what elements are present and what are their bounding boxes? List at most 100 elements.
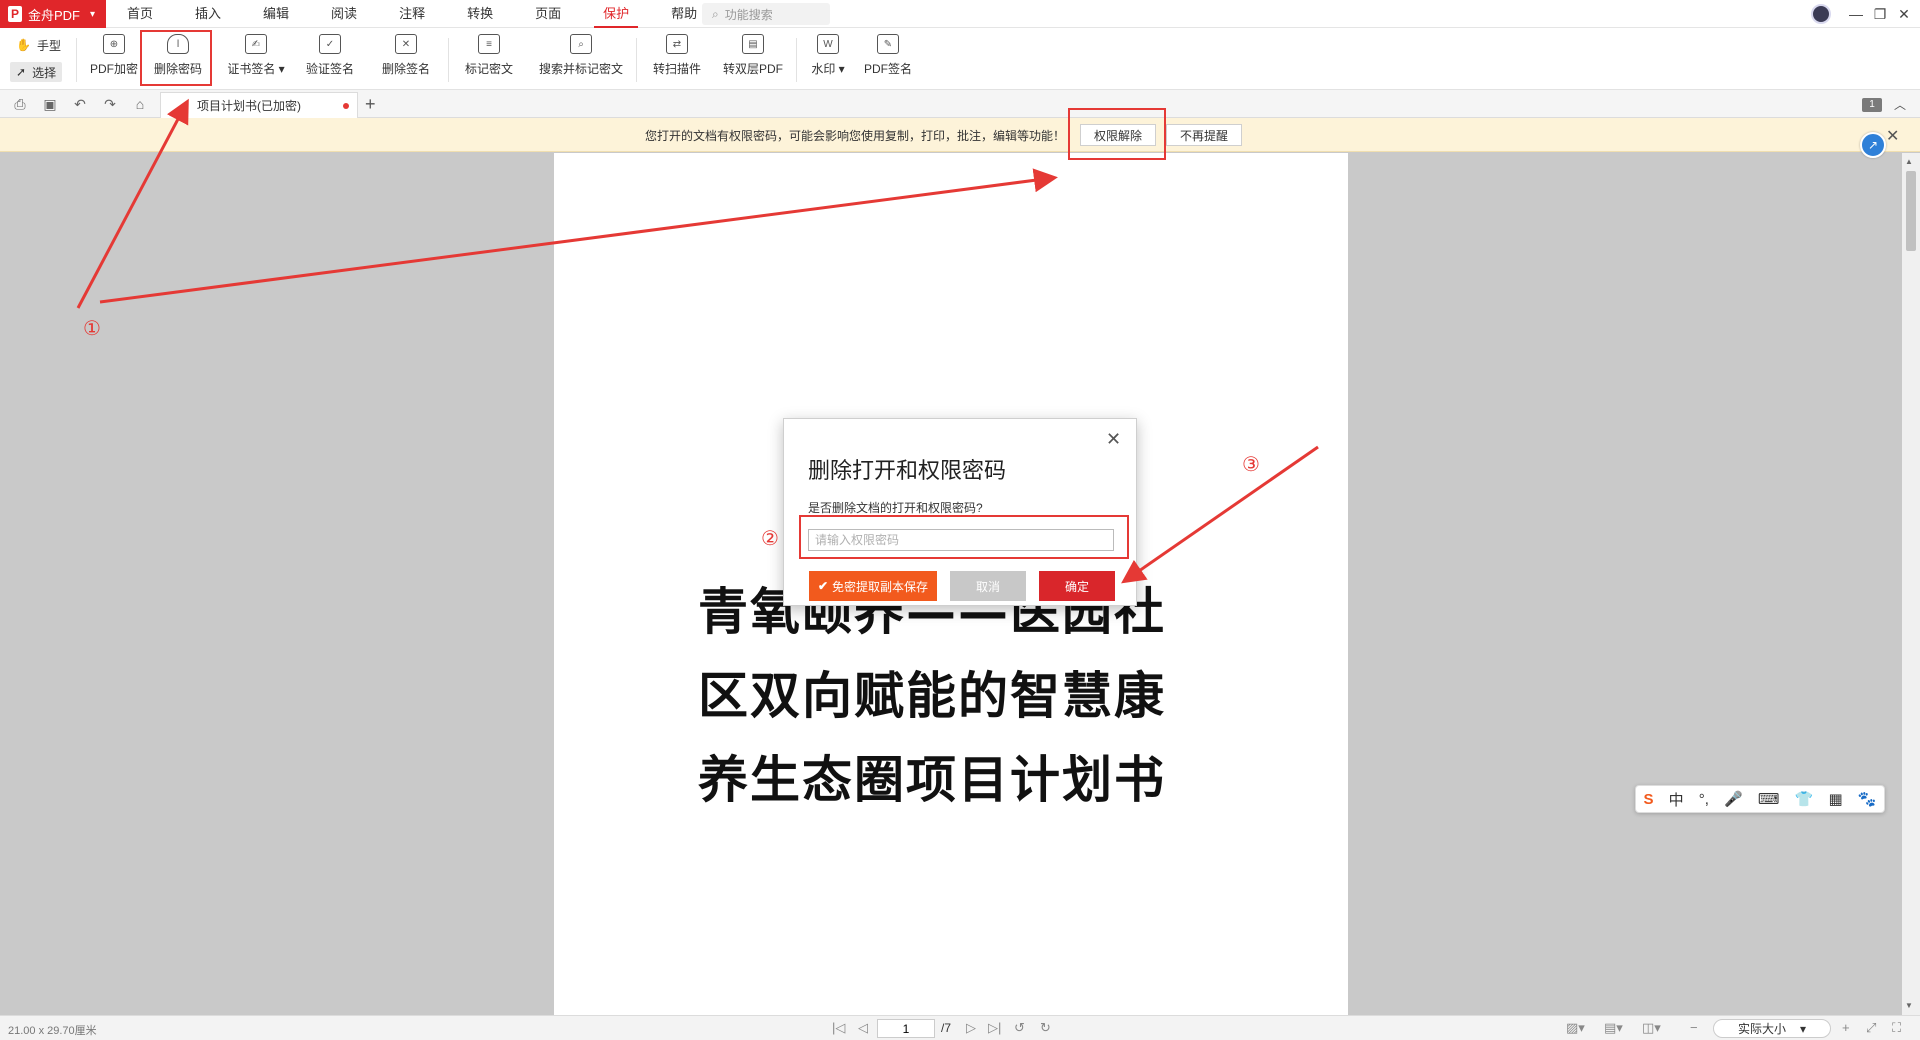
fullscreen-icon[interactable]: ⤢ [1866,1020,1876,1036]
search-redact-icon: ⌕ [570,34,592,54]
page-number-input[interactable] [877,1019,935,1038]
prev-page-icon[interactable]: ◁ [858,1020,868,1036]
menu-annotate[interactable]: 注释 [378,0,446,28]
select-tool[interactable]: ➚ 选择 [10,62,63,82]
zoom-select[interactable]: 实际大小 ▾ [1713,1019,1831,1038]
user-avatar[interactable] [1811,4,1831,24]
page-layout-icon[interactable]: ▤▾ [1604,1020,1623,1036]
first-page-icon[interactable]: |◁ [832,1020,845,1036]
protect-toolbar: ✋ 手型 ➚ 选择 ⊕ PDF加密 ǀ 删除密码 ✍ 证书签名 ▾ ✓ 验证签名… [0,28,1920,90]
cert-sign-button[interactable]: ✍ 证书签名 ▾ [226,34,286,86]
close-window-icon[interactable]: ✕ [1886,0,1920,28]
close-notice-icon[interactable]: ✕ [1886,126,1899,146]
status-bar: 21.00 x 29.70厘米 |◁ ◁ /7 ▷ ▷| ↺ ↻ ▨▾ ▤▾ ◫… [0,1015,1920,1040]
mark-redact-button[interactable]: ≡ 标记密文 [462,34,516,86]
menu-read[interactable]: 阅读 [310,0,378,28]
step-1-label: ① [83,318,101,340]
chevron-up-icon[interactable]: ︿ [1894,96,1906,113]
rotate-right-icon[interactable]: ↻ [1040,1020,1051,1036]
hand-icon: ✋ [16,38,31,52]
scroll-thumb[interactable] [1906,171,1916,251]
punctuation-icon[interactable]: °, [1699,791,1709,808]
close-dialog-icon[interactable]: ✕ [1106,429,1121,450]
menu-insert[interactable]: 插入 [174,0,242,28]
pdf-encrypt-label: PDF加密 [90,62,139,76]
next-page-icon[interactable]: ▷ [966,1020,976,1036]
function-search[interactable]: ⌕ 功能搜索 [702,3,830,25]
home-icon[interactable]: ⌂ [132,96,148,112]
search-icon: ⌕ [712,6,719,21]
menu-protect[interactable]: 保护 [582,0,650,28]
page-size-text: 21.00 x 29.70厘米 [8,1025,97,1037]
add-tab-icon[interactable]: + [365,94,376,115]
menu-page[interactable]: 页面 [514,0,582,28]
menu-convert[interactable]: 转换 [446,0,514,28]
menu-home[interactable]: 首页 [106,0,174,28]
remove-password-dialog: 删除打开和权限密码 ✕ 是否删除文档的打开和权限密码? ✔ 免密提取副本保存 取… [783,418,1137,606]
redo-icon[interactable]: ↷ [102,96,118,112]
save-icon[interactable]: ▣ [42,96,58,112]
keyboard-icon[interactable]: ⌨ [1758,790,1780,808]
dual-layer-button[interactable]: ▤ 转双层PDF [722,34,784,86]
chevron-down-icon: ▾ [1799,1021,1807,1036]
remove-sign-label: 删除签名 [381,62,430,76]
step-3-label: ③ [1242,454,1260,476]
highlight-remove-password [140,30,212,86]
page-fit-icon[interactable]: ◫▾ [1642,1020,1661,1036]
free-extract-save-button[interactable]: ✔ 免密提取副本保存 [809,571,937,601]
hand-tool[interactable]: ✋ 手型 [10,35,67,55]
confirm-button[interactable]: 确定 [1039,571,1115,601]
verify-sign-icon: ✓ [319,34,341,54]
print-icon[interactable]: ⎙ [12,96,28,112]
scan-convert-button[interactable]: ⇄ 转扫描件 [650,34,704,86]
highlight-password-input [799,515,1129,559]
watermark-button[interactable]: W 水印 ▾ [808,34,848,86]
last-page-icon[interactable]: ▷| [988,1020,1001,1036]
floating-assistant-icon[interactable]: ↗ [1860,132,1886,158]
zoom-in-icon[interactable]: + [1842,1020,1850,1035]
sogou-logo-icon[interactable]: S [1644,791,1654,808]
verify-sign-button[interactable]: ✓ 验证签名 [304,34,356,86]
zoom-out-icon[interactable]: − [1690,1020,1698,1035]
search-redact-button[interactable]: ⌕ 搜索并标记密文 [536,34,626,86]
scan-convert-label: 转扫描件 [652,62,701,76]
menu-edit[interactable]: 编辑 [242,0,310,28]
undo-icon[interactable]: ↶ [72,96,88,112]
ime-chinese-mode[interactable]: 中 [1669,789,1684,810]
select-tool-label: 选择 [32,65,57,80]
verify-sign-label: 验证签名 [305,62,354,76]
view-mode-icon[interactable]: ▨▾ [1566,1020,1585,1036]
watermark-icon: W [817,34,839,54]
certificate-sign-icon: ✍ [245,34,267,54]
ime-toolbar: S 中 °, 🎤 ⌨ 👕 ▦ 🐾 [1635,785,1885,813]
lock-icon: ⊕ [103,34,125,54]
mascot-icon[interactable]: 🐾 [1858,790,1877,808]
unsaved-dot-icon [343,103,349,109]
fit-window-icon[interactable]: ⛶ [1892,1020,1901,1036]
app-menu-button[interactable]: P 金舟PDF ▾ [0,0,106,28]
remove-sign-button[interactable]: ✕ 删除签名 [380,34,432,86]
rotate-left-icon[interactable]: ↺ [1014,1020,1025,1036]
toolbar-divider [76,38,77,82]
app-logo-icon: P [8,6,22,22]
pdf-encrypt-button[interactable]: ⊕ PDF加密 [90,34,138,86]
scan-icon: ⇄ [666,34,688,54]
toolbox-icon[interactable]: ▦ [1828,790,1842,808]
pdf-sign-button[interactable]: ✎ PDF签名 [862,34,914,86]
skin-icon[interactable]: 👕 [1795,790,1814,808]
scroll-down-icon[interactable]: ▼ [1905,1001,1913,1010]
permission-notice-bar: 您打开的文档有权限密码，可能会影响您使用复制，打印，批注，编辑等功能！ 权限解除… [0,118,1920,152]
microphone-icon[interactable]: 🎤 [1724,790,1743,808]
step-2-label: ② [761,528,779,550]
cancel-button[interactable]: 取消 [950,571,1026,601]
toolbar-divider [448,38,449,82]
free-extract-label: 免密提取副本保存 [832,579,929,594]
title-line: 养生态圈项目计划书 [698,751,1166,809]
tab-project-plan[interactable]: 项目计划书(已加密) [160,92,358,118]
dont-remind-button[interactable]: 不再提醒 [1166,124,1242,146]
toolbar-divider [796,38,797,82]
cursor-icon: ➚ [16,65,27,79]
total-pages: /7 [941,1021,952,1035]
scroll-up-icon[interactable]: ▲ [1905,157,1913,166]
vertical-scrollbar[interactable]: ▲ ▼ [1902,153,1920,1015]
